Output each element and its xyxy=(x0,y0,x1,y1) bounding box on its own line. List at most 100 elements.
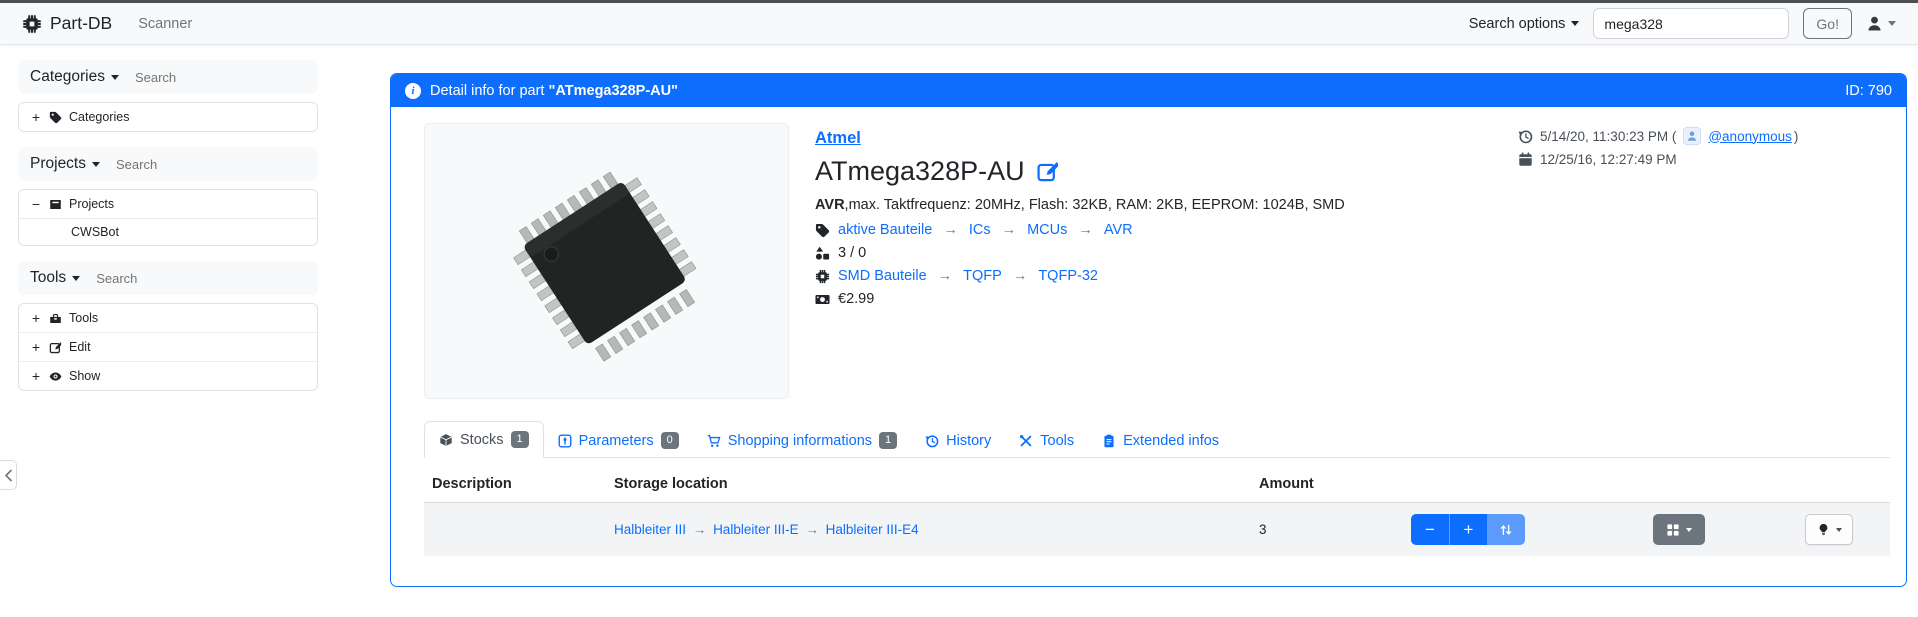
tab-label: Extended infos xyxy=(1123,433,1219,449)
footprint-link[interactable]: SMD Bauteile xyxy=(838,268,927,284)
expand-toggle[interactable]: + xyxy=(30,109,42,125)
chevron-down-icon xyxy=(1836,528,1842,532)
tab-parameters[interactable]: Parameters 0 xyxy=(544,423,693,458)
manufacturer-link[interactable]: Atmel xyxy=(815,129,861,147)
tab-label: Shopping informations xyxy=(728,433,872,449)
decrease-amount-button[interactable]: − xyxy=(1411,514,1449,545)
expand-toggle[interactable]: + xyxy=(30,310,42,326)
table-options-dropdown-button[interactable] xyxy=(1653,514,1705,545)
search-input[interactable] xyxy=(1593,8,1789,39)
cart-icon xyxy=(707,434,721,448)
stocks-table: Description Storage location Amount Halb… xyxy=(424,466,1890,556)
tab-label: History xyxy=(946,433,991,449)
navbar: Part-DB Scanner Search options Go! xyxy=(0,3,1918,45)
tree-item-tools[interactable]: + Tools xyxy=(19,304,317,332)
lightbulb-icon xyxy=(1817,523,1830,536)
chevron-down-icon xyxy=(1571,21,1579,26)
tree-item-categories[interactable]: + Categories xyxy=(19,103,317,131)
tree-item-label: Projects xyxy=(69,197,114,211)
label-dropdown-button[interactable] xyxy=(1805,514,1853,545)
expand-toggle[interactable]: + xyxy=(30,339,42,355)
storage-location-link[interactable]: Halbleiter III xyxy=(614,522,686,537)
search-options-label: Search options xyxy=(1469,16,1566,32)
tag-icon xyxy=(49,111,62,124)
pencil-square-icon xyxy=(1037,161,1058,182)
tab-badge: 0 xyxy=(661,432,679,449)
tree-item-show[interactable]: + Show xyxy=(19,361,317,390)
tree-item-cwsbot[interactable]: CWSBot xyxy=(19,218,317,245)
arrow-down-up-icon xyxy=(1499,523,1513,537)
part-meta: 5/14/20, 11:30:23 PM ( @anonymous ) 12/2… xyxy=(1518,123,1890,174)
category-link[interactable]: ICs xyxy=(969,222,991,238)
tools-dropdown[interactable]: Tools xyxy=(30,269,80,287)
brand[interactable]: Part-DB xyxy=(22,13,112,34)
tab-label: Parameters xyxy=(579,433,654,449)
stock-count: 3 / 0 xyxy=(838,245,866,261)
part-detail-header: i Detail info for part "ATmega328P-AU" I… xyxy=(391,74,1906,107)
user-menu[interactable] xyxy=(1866,15,1896,32)
chevron-down-icon xyxy=(111,75,119,80)
increase-amount-button[interactable]: + xyxy=(1449,514,1487,545)
chevron-down-icon xyxy=(1888,21,1896,26)
categories-search-input[interactable] xyxy=(135,70,265,85)
col-description: Description xyxy=(424,466,606,502)
created-line: 12/25/16, 12:27:49 PM xyxy=(1518,152,1890,167)
collapse-toggle[interactable]: − xyxy=(30,196,42,212)
tab-extended-infos[interactable]: Extended infos xyxy=(1088,424,1233,458)
tools-search-input[interactable] xyxy=(96,271,226,286)
calendar-icon xyxy=(1518,152,1533,167)
nav-scanner[interactable]: Scanner xyxy=(138,16,192,32)
tree-item-label: Categories xyxy=(69,110,129,124)
tab-stocks[interactable]: Stocks 1 xyxy=(424,421,544,458)
clock-history-icon xyxy=(1518,129,1533,144)
category-link[interactable]: aktive Bauteile xyxy=(838,222,932,238)
table-header: Description Storage location Amount xyxy=(424,466,1890,503)
gauge-icon xyxy=(558,434,572,448)
part-name: ATmega328P-AU xyxy=(815,156,1025,187)
projects-dropdown[interactable]: Projects xyxy=(30,155,100,173)
storage-location-link[interactable]: Halbleiter III-E xyxy=(713,522,799,537)
projects-search-input[interactable] xyxy=(116,157,246,172)
tab-shopping-informations[interactable]: Shopping informations 1 xyxy=(693,423,911,458)
user-icon xyxy=(1866,15,1883,32)
modified-by-link[interactable]: @anonymous xyxy=(1708,129,1792,144)
cash-icon xyxy=(815,292,830,307)
edit-part-button[interactable] xyxy=(1037,161,1058,182)
part-image[interactable] xyxy=(424,123,789,399)
tree-item-label: Tools xyxy=(69,311,98,325)
tab-tools[interactable]: Tools xyxy=(1005,424,1088,458)
table-row: Halbleiter III → Halbleiter III-E → Halb… xyxy=(424,503,1890,556)
grid-icon xyxy=(1666,523,1680,537)
projects-title: Projects xyxy=(30,155,86,173)
cell-storage-location: Halbleiter III → Halbleiter III-E → Halb… xyxy=(606,516,1251,543)
search-options-dropdown[interactable]: Search options xyxy=(1469,16,1580,32)
move-stock-button[interactable] xyxy=(1487,514,1525,545)
toolbox-icon xyxy=(49,312,62,325)
tools-title: Tools xyxy=(30,269,66,287)
footprint-link[interactable]: TQFP xyxy=(963,268,1002,284)
chip-photo xyxy=(452,144,762,379)
arrow-icon: → xyxy=(1078,222,1093,238)
header-text: Detail info for part "ATmega328P-AU" xyxy=(430,83,678,99)
tree-item-edit[interactable]: + Edit xyxy=(19,332,317,361)
price-line: €2.99 xyxy=(815,291,1518,307)
tree-item-projects[interactable]: − Projects xyxy=(19,190,317,218)
chevron-down-icon xyxy=(72,276,80,281)
categories-dropdown[interactable]: Categories xyxy=(30,68,119,86)
tab-label: Stocks xyxy=(460,432,504,448)
tab-history[interactable]: History xyxy=(911,424,1005,458)
box-icon xyxy=(439,433,453,447)
tab-badge: 1 xyxy=(879,432,897,449)
category-link[interactable]: AVR xyxy=(1104,222,1133,238)
search-go-button[interactable]: Go! xyxy=(1803,8,1852,39)
category-link[interactable]: MCUs xyxy=(1027,222,1067,238)
stock-summary: 3 / 0 xyxy=(815,245,1518,261)
expand-toggle[interactable]: + xyxy=(30,368,42,384)
sidebar-collapse-button[interactable] xyxy=(0,460,17,490)
tree-item-label: CWSBot xyxy=(71,225,119,239)
storage-location-link[interactable]: Halbleiter III-E4 xyxy=(826,522,919,537)
arrow-icon: → xyxy=(943,222,958,238)
paren-close: ) xyxy=(1794,129,1799,144)
footprint-link[interactable]: TQFP-32 xyxy=(1038,268,1098,284)
tab-label: Tools xyxy=(1040,433,1074,449)
